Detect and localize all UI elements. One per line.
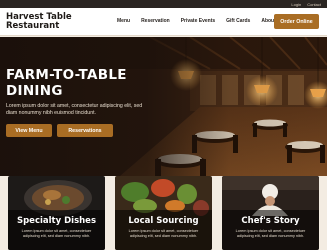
view-menu-button[interactable]: View Menu [6,124,52,137]
nav-item-gift-cards[interactable]: Gift Cards [226,18,250,24]
card-title: Specialty Dishes [16,216,97,226]
card-text: Lorem ipsum dolor sit amet, consectetuer… [21,229,92,238]
hero-title-line1: FARM-TO-TABLE [6,67,127,83]
nav-item-private-events[interactable]: Private Events [181,18,215,24]
card-chefs-story[interactable]: Chef's Story Lorem ipsum dolor sit amet,… [222,176,319,250]
card-title: Chef's Story [241,216,300,226]
nav-item-reservation[interactable]: Reservation [141,18,170,24]
login-link[interactable]: Login [291,2,301,7]
local-sourcing-image [115,176,212,250]
hero-title: FARM-TO-TABLE DINING [6,67,127,99]
feature-cards: Specialty Dishes Lorem ipsum dolor sit a… [0,176,327,250]
hero-description: Lorem ipsum dolor sit amet, consectetur … [6,103,143,116]
contact-link[interactable]: Contact [307,2,321,7]
card-specialty-dishes[interactable]: Specialty Dishes Lorem ipsum dolor sit a… [8,176,105,250]
specialty-dishes-image [8,176,105,250]
nav-menu: Menu Reservation Private Events Gift Car… [117,18,276,24]
nav-item-menu[interactable]: Menu [117,18,130,24]
card-local-sourcing[interactable]: Local Sourcing Lorem ipsum dolor sit ame… [115,176,212,250]
card-text: Lorem ipsum dolor sit amet, consectetuer… [235,229,306,238]
chefs-story-image [222,176,319,250]
reservations-button[interactable]: Reservations [57,124,113,137]
card-text: Lorem ipsum dolor sit amet, consectetuer… [128,229,199,238]
top-utility-bar: Login Contact [0,0,327,8]
utility-links: Login Contact [291,0,321,8]
hero-title-line2: DINING [6,83,63,99]
hero-buttons: View Menu Reservations [6,124,113,137]
site-logo[interactable]: Harvest Table Restaurant [6,13,116,31]
order-online-button[interactable]: Order Online [274,14,319,29]
main-nav: Harvest Table Restaurant Menu Reservatio… [0,8,327,36]
hero-section: FARM-TO-TABLE DINING Lorem ipsum dolor s… [0,37,327,176]
card-title: Local Sourcing [128,216,199,226]
